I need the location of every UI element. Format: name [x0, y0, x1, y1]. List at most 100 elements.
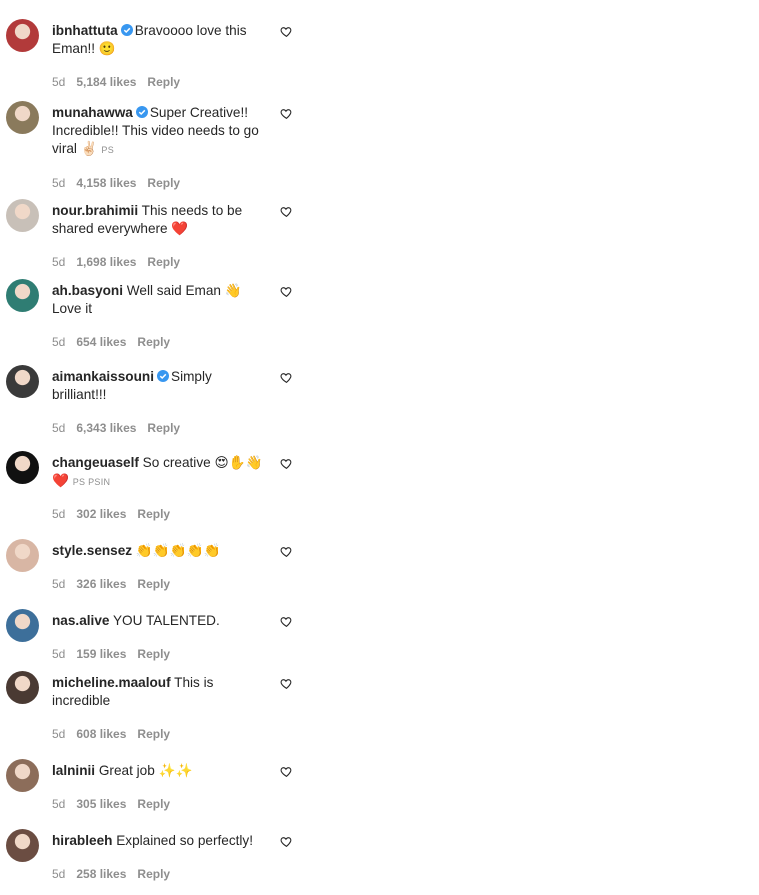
- comment-timestamp[interactable]: 5d: [52, 727, 65, 741]
- reply-button[interactable]: Reply: [147, 176, 180, 190]
- comment-meta: 5d 608 likes Reply: [52, 727, 181, 741]
- like-heart-icon[interactable]: [280, 285, 293, 298]
- username-link[interactable]: hirableeh: [52, 833, 112, 848]
- comment-body: Explained so perfectly!: [116, 833, 253, 848]
- reply-button[interactable]: Reply: [137, 647, 170, 661]
- username-link[interactable]: ibnhattuta: [52, 23, 118, 38]
- reply-button[interactable]: Reply: [147, 75, 180, 89]
- username-link[interactable]: nas.alive: [52, 613, 109, 628]
- comment-timestamp[interactable]: 5d: [52, 255, 65, 269]
- avatar-image: [6, 279, 39, 312]
- avatar-image: [6, 199, 39, 232]
- comment-timestamp[interactable]: 5d: [52, 867, 65, 881]
- comment-text-block: nas.alive YOU TALENTED.: [52, 612, 267, 630]
- avatar-image: [6, 671, 39, 704]
- avatar[interactable]: [6, 19, 39, 52]
- comment-likes[interactable]: 302 likes: [76, 507, 126, 521]
- comment-timestamp[interactable]: 5d: [52, 507, 65, 521]
- comment-timestamp[interactable]: 5d: [52, 421, 65, 435]
- avatar-image: [6, 759, 39, 792]
- comment-likes[interactable]: 6,343 likes: [76, 421, 136, 435]
- avatar[interactable]: [6, 609, 39, 642]
- avatar[interactable]: [6, 199, 39, 232]
- reply-button[interactable]: Reply: [147, 421, 180, 435]
- comment-meta: 5d 159 likes Reply: [52, 647, 181, 661]
- comment-likes[interactable]: 4,158 likes: [76, 176, 136, 190]
- comment-likes[interactable]: 159 likes: [76, 647, 126, 661]
- username-link[interactable]: changeuaself: [52, 455, 139, 470]
- username-link[interactable]: ah.basyoni: [52, 283, 123, 298]
- like-heart-icon[interactable]: [280, 205, 293, 218]
- comment-meta: 5d 5,184 likes Reply: [52, 75, 191, 89]
- comment-text-block: changeuaself So creative 😍✋👋 ❤️ PS PSIN: [52, 454, 267, 491]
- verified-badge-icon: [157, 370, 169, 382]
- comment-meta: 5d 6,343 likes Reply: [52, 421, 191, 435]
- avatar-image: [6, 101, 39, 134]
- comment-text-block: style.sensez 👏👏👏👏👏: [52, 542, 267, 560]
- avatar[interactable]: [6, 451, 39, 484]
- reply-button[interactable]: Reply: [137, 797, 170, 811]
- avatar[interactable]: [6, 365, 39, 398]
- comment-likes[interactable]: 258 likes: [76, 867, 126, 881]
- comment-likes[interactable]: 654 likes: [76, 335, 126, 349]
- reply-button[interactable]: Reply: [137, 507, 170, 521]
- username-link[interactable]: aimankaissouni: [52, 369, 154, 384]
- like-heart-icon[interactable]: [280, 765, 293, 778]
- comment-likes[interactable]: 1,698 likes: [76, 255, 136, 269]
- reply-button[interactable]: Reply: [137, 727, 170, 741]
- like-heart-icon[interactable]: [280, 457, 293, 470]
- like-heart-icon[interactable]: [280, 371, 293, 384]
- reply-button[interactable]: Reply: [137, 577, 170, 591]
- username-link[interactable]: munahawwa: [52, 105, 133, 120]
- comment-meta: 5d 1,698 likes Reply: [52, 255, 191, 269]
- comment-meta: 5d 302 likes Reply: [52, 507, 181, 521]
- avatar[interactable]: [6, 101, 39, 134]
- avatar[interactable]: [6, 829, 39, 862]
- comment-text-block: ah.basyoni Well said Eman 👋 Love it: [52, 282, 267, 318]
- like-heart-icon[interactable]: [280, 615, 293, 628]
- comment-suffix: PS PSIN: [72, 477, 111, 487]
- comment-body: Great job ✨✨: [98, 763, 193, 778]
- like-heart-icon[interactable]: [280, 677, 293, 690]
- comment-timestamp[interactable]: 5d: [52, 176, 65, 190]
- comment-likes[interactable]: 305 likes: [76, 797, 126, 811]
- comment-likes[interactable]: 608 likes: [76, 727, 126, 741]
- reply-button[interactable]: Reply: [137, 335, 170, 349]
- comment-timestamp[interactable]: 5d: [52, 647, 65, 661]
- comment-meta: 5d 654 likes Reply: [52, 335, 181, 349]
- like-heart-icon[interactable]: [280, 545, 293, 558]
- comment-body: 👏👏👏👏👏: [135, 543, 221, 558]
- comment-likes[interactable]: 326 likes: [76, 577, 126, 591]
- comment-text-block: munahawwa Super Creative!! Incredible!! T…: [52, 104, 267, 159]
- comment-likes[interactable]: 5,184 likes: [76, 75, 136, 89]
- verified-badge-icon: [120, 24, 133, 36]
- avatar[interactable]: [6, 279, 39, 312]
- comment-timestamp[interactable]: 5d: [52, 797, 65, 811]
- comment-meta: 5d 305 likes Reply: [52, 797, 181, 811]
- comment-text-block: micheline.maalouf This is incredible: [52, 674, 267, 710]
- comment-timestamp[interactable]: 5d: [52, 75, 65, 89]
- avatar-image: [6, 829, 39, 862]
- username-link[interactable]: micheline.maalouf: [52, 675, 171, 690]
- reply-button[interactable]: Reply: [147, 255, 180, 269]
- username-link[interactable]: lalninii: [52, 763, 95, 778]
- reply-button[interactable]: Reply: [137, 867, 170, 881]
- comment-timestamp[interactable]: 5d: [52, 335, 65, 349]
- comment-text-block: nour.brahimii This needs to be shared ev…: [52, 202, 267, 238]
- avatar[interactable]: [6, 759, 39, 792]
- avatar[interactable]: [6, 671, 39, 704]
- comment-text-block: lalninii Great job ✨✨: [52, 762, 267, 780]
- like-heart-icon[interactable]: [280, 107, 293, 120]
- username-link[interactable]: nour.brahimii: [52, 203, 138, 218]
- comment-body: YOU TALENTED.: [112, 613, 220, 628]
- like-heart-icon[interactable]: [280, 835, 293, 848]
- comment-timestamp[interactable]: 5d: [52, 577, 65, 591]
- avatar[interactable]: [6, 539, 39, 572]
- avatar-image: [6, 365, 39, 398]
- like-heart-icon[interactable]: [280, 25, 293, 38]
- avatar-image: [6, 451, 39, 484]
- avatar-image: [6, 539, 39, 572]
- comment-text-block: hirableeh Explained so perfectly!: [52, 832, 267, 850]
- comment-meta: 5d 326 likes Reply: [52, 577, 181, 591]
- username-link[interactable]: style.sensez: [52, 543, 132, 558]
